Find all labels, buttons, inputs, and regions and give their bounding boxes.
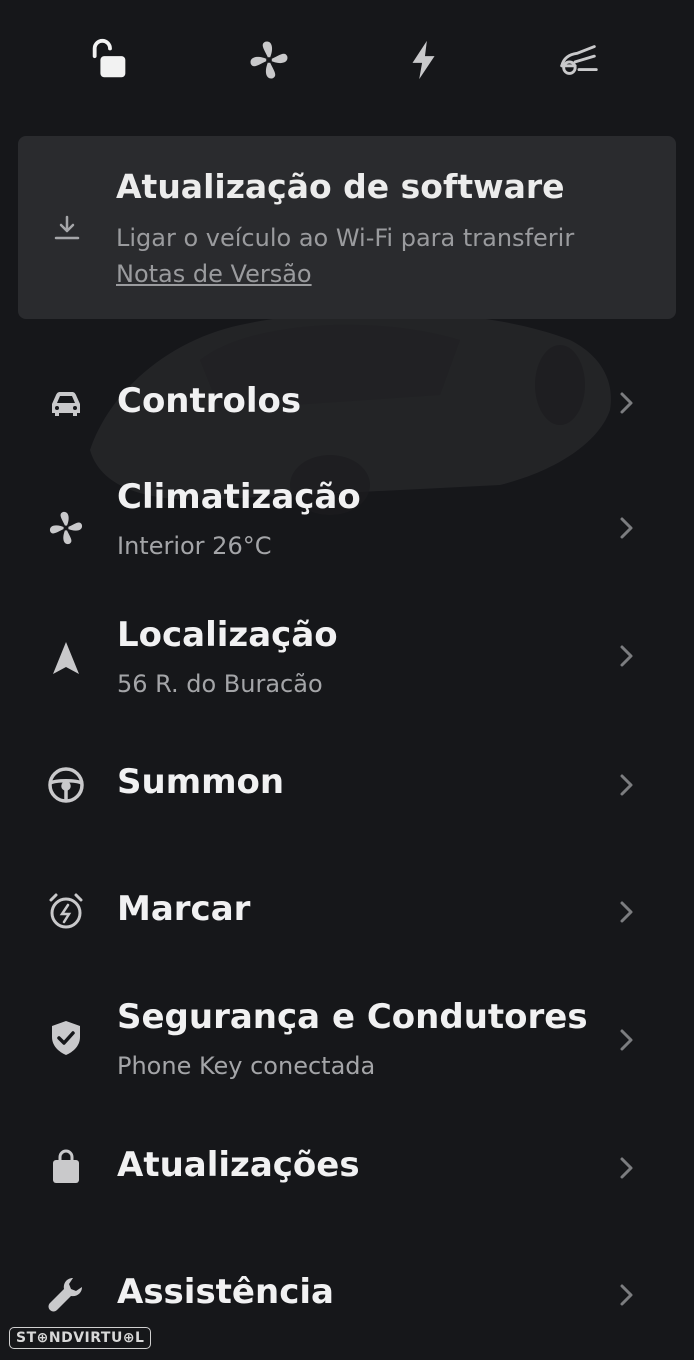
menu-item-label: Controlos bbox=[117, 381, 302, 421]
bolt-icon[interactable] bbox=[400, 36, 448, 84]
fan-icon bbox=[44, 506, 88, 550]
software-update-card[interactable]: Atualização de software Ligar o veículo … bbox=[18, 136, 676, 319]
chevron-right-icon bbox=[612, 642, 640, 670]
navigation-arrow-icon bbox=[44, 636, 88, 680]
menu-item-label: Assistência bbox=[117, 1272, 334, 1312]
wrench-icon bbox=[44, 1272, 88, 1316]
chevron-right-icon bbox=[612, 1154, 640, 1182]
alarm-clock-icon bbox=[44, 889, 88, 933]
menu-item-label: Segurança e Condutores bbox=[117, 997, 588, 1037]
chevron-right-icon bbox=[612, 1026, 640, 1054]
menu-item-seguranca[interactable]: Segurança e Condutores Phone Key conecta… bbox=[0, 990, 694, 1090]
shield-check-icon bbox=[44, 1016, 88, 1060]
menu-item-label: Marcar bbox=[117, 889, 251, 929]
menu-item-sub: Phone Key conectada bbox=[117, 1052, 376, 1080]
menu-item-climatizacao[interactable]: Climatização Interior 26°C bbox=[0, 470, 694, 570]
steering-wheel-icon bbox=[44, 763, 88, 807]
chevron-right-icon bbox=[612, 389, 640, 417]
menu-item-summon[interactable]: Summon bbox=[0, 750, 694, 820]
chevron-right-icon bbox=[612, 514, 640, 542]
menu-item-label: Climatização bbox=[117, 477, 361, 517]
fan-icon[interactable] bbox=[245, 36, 293, 84]
chevron-right-icon bbox=[612, 1281, 640, 1309]
menu-item-sub: Interior 26°C bbox=[117, 532, 272, 560]
menu-item-sub: 56 R. do Buracão bbox=[117, 670, 323, 698]
menu-item-assistencia[interactable]: Assistência bbox=[0, 1260, 694, 1330]
menu-item-label: Atualizações bbox=[117, 1145, 360, 1185]
update-title: Atualização de software bbox=[116, 167, 565, 206]
trunk-icon[interactable] bbox=[555, 36, 603, 84]
shopping-bag-icon bbox=[44, 1145, 88, 1189]
update-subtitle: Ligar o veículo ao Wi-Fi para transferir bbox=[116, 224, 575, 252]
download-icon bbox=[54, 215, 80, 240]
chevron-right-icon bbox=[612, 771, 640, 799]
menu-item-localizacao[interactable]: Localização 56 R. do Buracão bbox=[0, 608, 694, 708]
release-notes-link[interactable]: Notas de Versão bbox=[116, 260, 312, 288]
menu-item-marcar[interactable]: Marcar bbox=[0, 877, 694, 947]
car-icon bbox=[44, 382, 88, 426]
top-icon-bar bbox=[0, 0, 694, 120]
lock-open-icon[interactable] bbox=[86, 36, 134, 84]
watermark-logo: ST⊕NDVIRTU⊕L bbox=[9, 1327, 152, 1349]
menu-item-label: Summon bbox=[117, 762, 285, 802]
menu-item-atualizacoes[interactable]: Atualizações bbox=[0, 1133, 694, 1203]
menu-item-label: Localização bbox=[117, 615, 338, 655]
menu-item-controlos[interactable]: Controlos bbox=[0, 370, 694, 440]
chevron-right-icon bbox=[612, 898, 640, 926]
